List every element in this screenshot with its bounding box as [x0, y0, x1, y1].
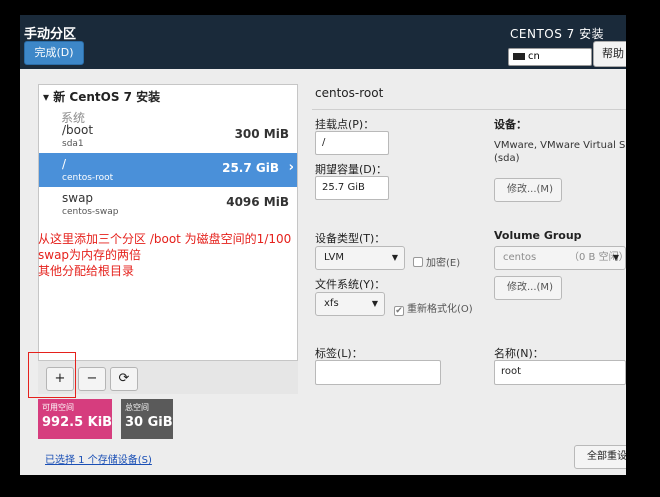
partition-size: 25.7 GiB [222, 161, 279, 175]
partition-size: 300 MiB [234, 127, 289, 141]
total-space-value: 30 GiB [125, 415, 173, 430]
partition-device: centos-swap [62, 207, 119, 217]
detail-divider [312, 109, 626, 110]
partition-row-boot[interactable]: /boot sda1 300 MiB [39, 119, 297, 153]
partition-mount: swap [62, 191, 94, 205]
available-space-badge: 可用空间 992.5 KiB [38, 399, 112, 439]
checkbox-icon [413, 257, 423, 267]
partition-device: sda1 [62, 139, 84, 149]
name-field[interactable]: root [494, 360, 626, 385]
annotation-highlight-box [28, 352, 76, 398]
name-label: 名称(N)： [494, 347, 544, 360]
mount-point-field[interactable]: / [315, 131, 389, 155]
keyboard-layout-indicator[interactable]: cn [508, 48, 592, 66]
annotation-line: 其他分配给根目录 [38, 264, 135, 278]
total-space-label: 总空间 [125, 403, 149, 412]
checkmark-icon: ✔ [394, 306, 404, 316]
encrypt-label: 加密(E) [426, 258, 461, 269]
filesystem-dropdown[interactable]: xfs ▼ [315, 292, 385, 316]
volume-group-value: centos [503, 252, 537, 263]
keyboard-layout-label: cn [528, 51, 540, 62]
refresh-icon[interactable]: ⟳ [110, 367, 138, 391]
capacity-field[interactable]: 25.7 GiB [315, 176, 389, 200]
capacity-label: 期望容量(D)： [315, 163, 388, 176]
dropdown-arrow-icon: ▼ [371, 299, 378, 308]
annotation-line: swap为内存的两倍 [38, 248, 142, 262]
filesystem-value: xfs [324, 298, 339, 309]
partition-row-root[interactable]: / centos-root 25.7 GiB › [39, 153, 297, 187]
selected-devices-link[interactable]: 已选择 1 个存储设备(S) [45, 451, 152, 466]
page-title: 手动分区 [24, 27, 77, 42]
device-type-value: LVM [324, 252, 344, 263]
remove-partition-button[interactable]: − [78, 367, 106, 391]
partition-toolbar: + − ⟳ [38, 360, 298, 394]
device-label: 设备： [494, 118, 527, 131]
available-space-value: 992.5 KiB [42, 415, 113, 430]
done-button[interactable]: 完成(D) [24, 41, 84, 65]
available-space-label: 可用空间 [42, 403, 74, 412]
keyboard-icon [513, 52, 525, 60]
reset-all-button[interactable]: 全部重设 [574, 445, 626, 469]
annotation-note: 从这里添加三个分区 /boot 为磁盘空间的1/100 swap为内存的两倍 其… [38, 231, 318, 279]
volume-group-label: Volume Group [494, 229, 582, 242]
help-button[interactable]: 帮助 [593, 41, 626, 67]
device-type-dropdown[interactable]: LVM ▼ [315, 246, 405, 270]
volume-group-dropdown[interactable]: centos （0 B 空闲） ▼ [494, 246, 626, 270]
modify-volume-group-button[interactable]: 修改...(M) [494, 276, 562, 300]
dropdown-arrow-icon: ▼ [391, 253, 398, 262]
annotation-line: 从这里添加三个分区 /boot 为磁盘空间的1/100 [38, 232, 292, 246]
partition-row-swap[interactable]: swap centos-swap 4096 MiB [39, 187, 297, 221]
partition-size: 4096 MiB [226, 195, 289, 209]
reformat-label: 重新格式化(O) [407, 304, 473, 315]
partition-mount: / [62, 157, 67, 171]
reformat-checkbox: ✔ 重新格式化(O) [394, 300, 473, 316]
total-space-badge: 总空间 30 GiB [121, 399, 173, 439]
encrypt-checkbox[interactable]: 加密(E) [413, 254, 460, 269]
device-info-line: (sda) [494, 153, 520, 164]
device-type-label: 设备类型(T)： [315, 232, 386, 245]
installer-window: 手动分区 完成(D) CENTOS 7 安装 cn 帮助 ▾ 新 CentOS … [20, 15, 626, 475]
modify-device-button[interactable]: 修改...(M) [494, 178, 562, 202]
installation-heading-label: 新 CentOS 7 安装 [53, 90, 161, 104]
header-bar: 手动分区 完成(D) CENTOS 7 安装 cn 帮助 [20, 15, 626, 69]
installation-heading[interactable]: ▾ 新 CentOS 7 安装 [43, 88, 160, 105]
tag-field[interactable] [315, 360, 441, 385]
mount-point-label: 挂载点(P)： [315, 118, 375, 131]
dropdown-arrow-icon: ▼ [612, 253, 619, 262]
installer-title: CENTOS 7 安装 [510, 27, 605, 41]
tag-label: 标签(L)： [315, 347, 363, 360]
expand-triangle-icon: ▾ [43, 90, 50, 104]
chevron-right-icon: › [288, 160, 294, 175]
filesystem-label: 文件系统(Y)： [315, 278, 386, 291]
device-info-line: VMware, VMware Virtual S [494, 140, 626, 151]
device-info: VMware, VMware Virtual S (sda) [494, 139, 625, 165]
partition-detail-title: centos-root [315, 86, 384, 100]
partition-mount: /boot [62, 123, 94, 137]
partition-device: centos-root [62, 173, 114, 183]
